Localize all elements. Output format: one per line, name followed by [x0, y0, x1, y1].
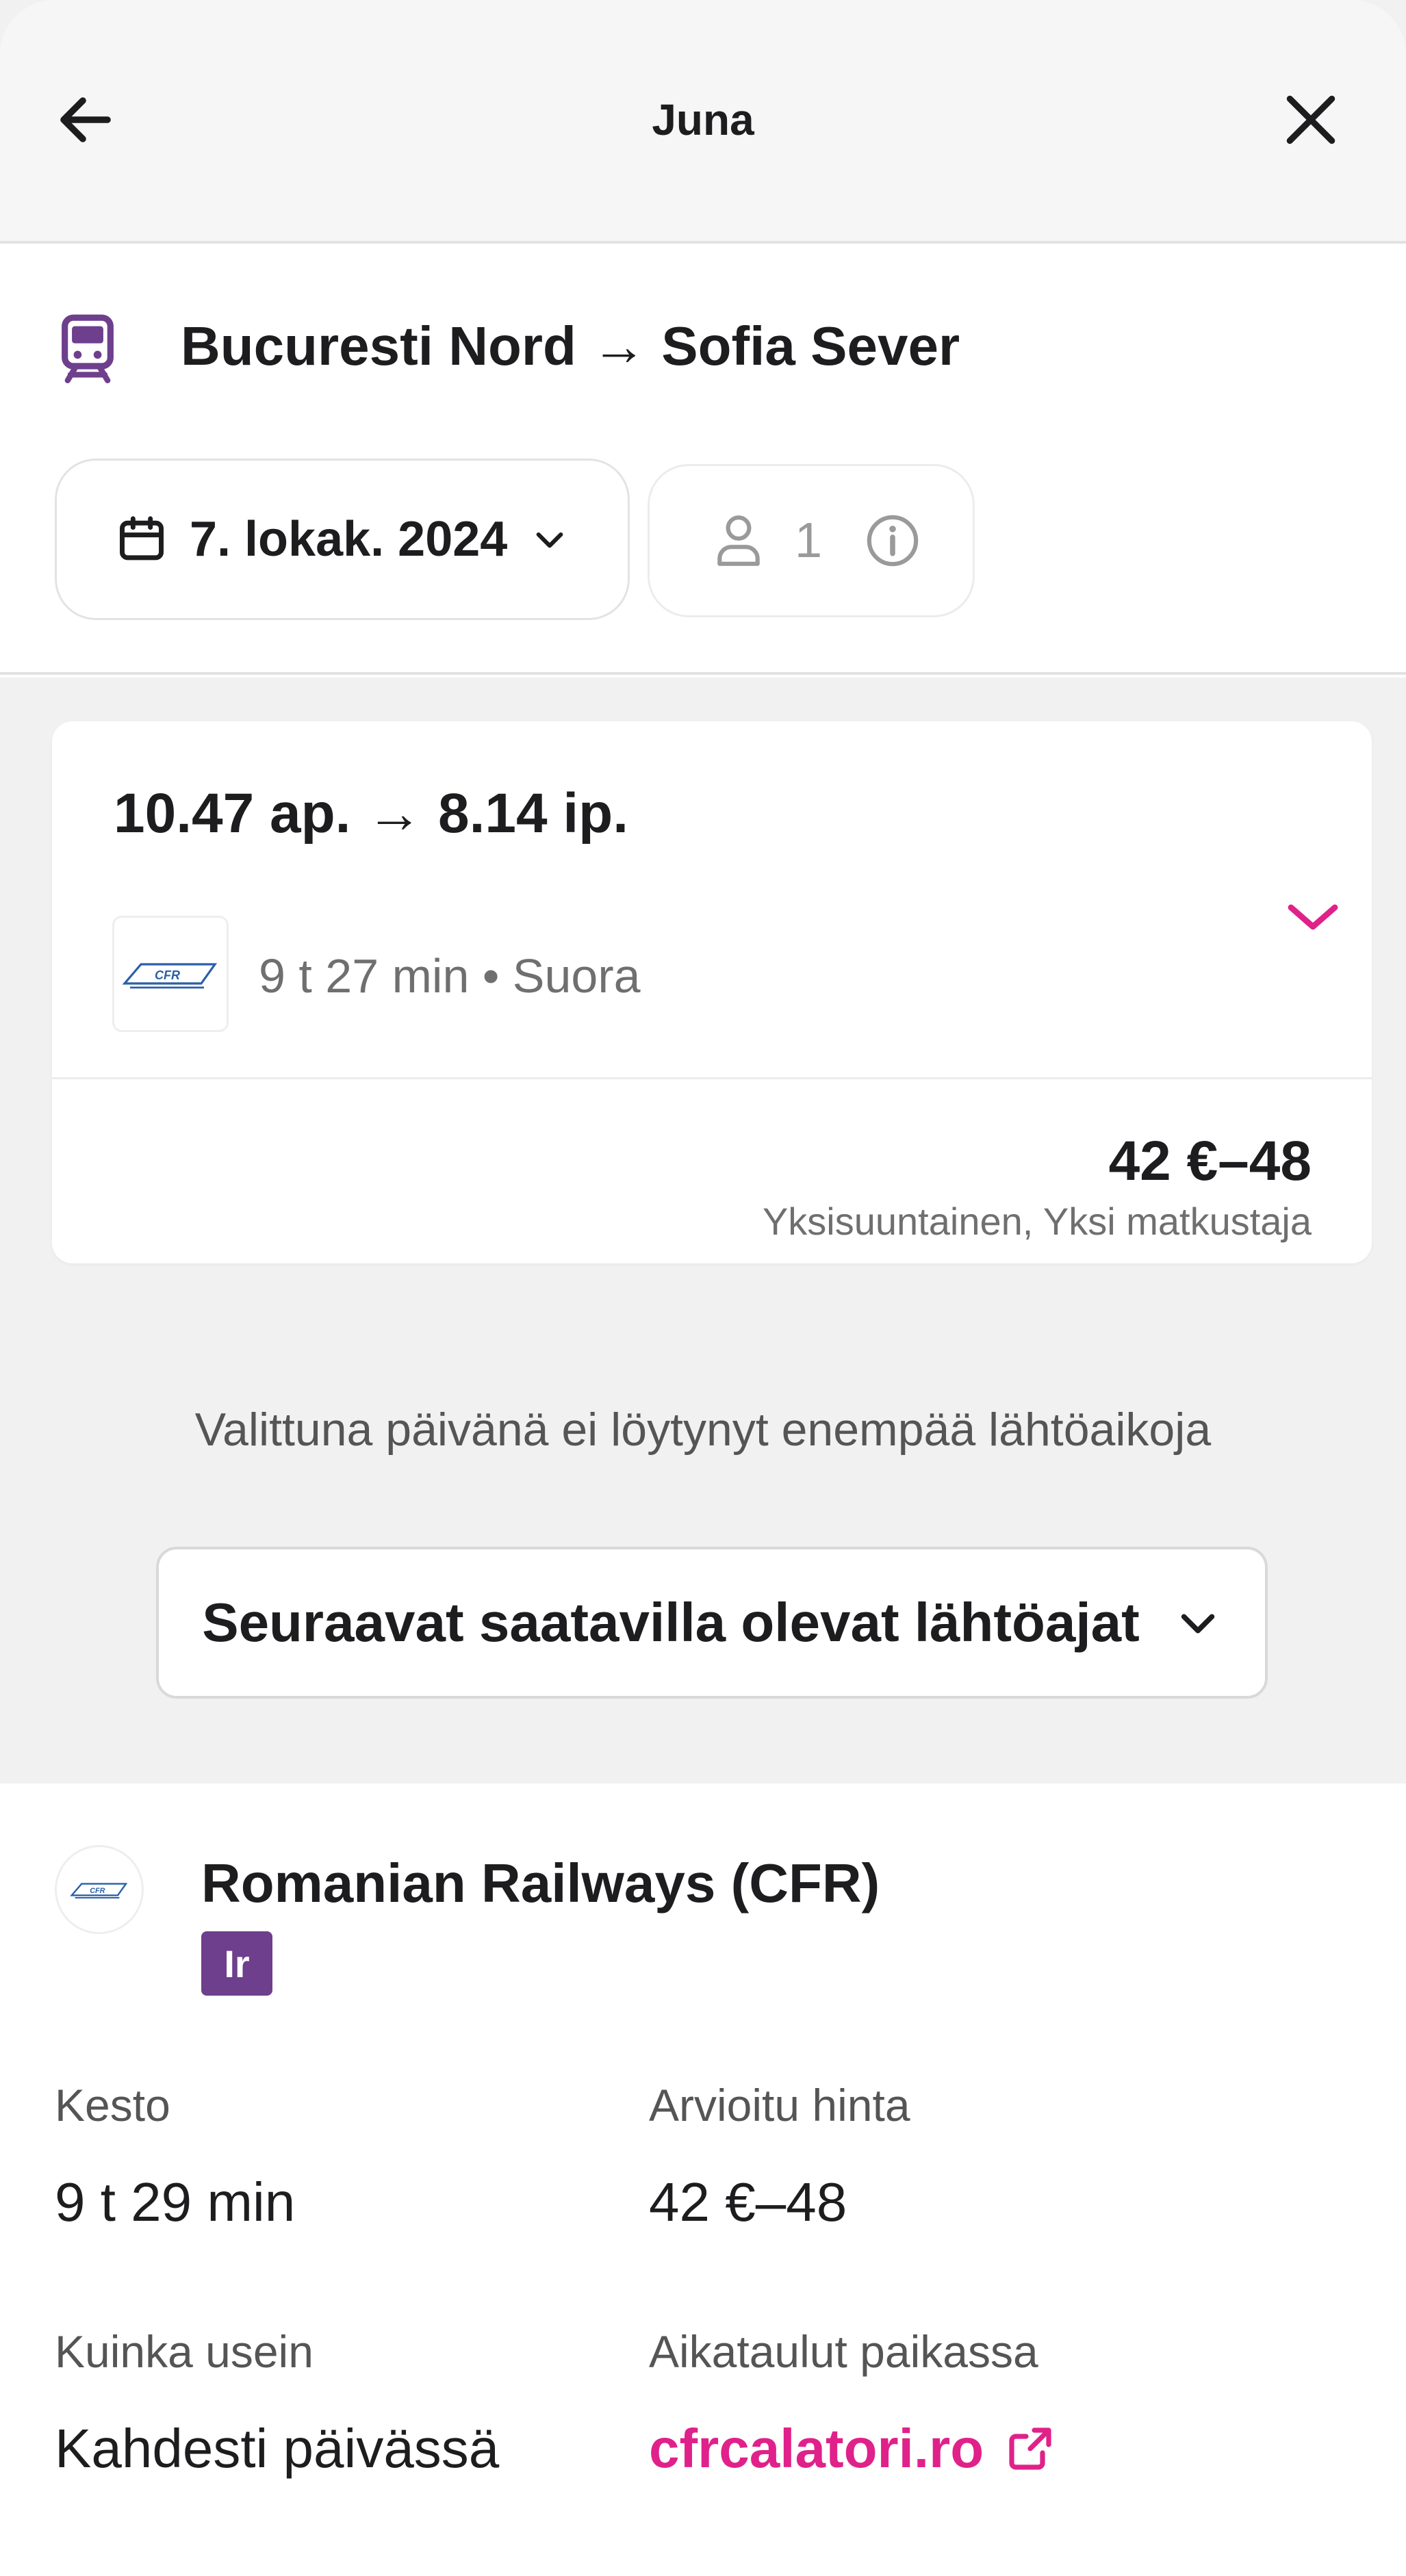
price-label: Arvioitu hinta: [649, 2080, 910, 2130]
duration-label: Kesto: [55, 2080, 170, 2130]
journey-times: 10.47 ap. → 8.14 ip.: [114, 782, 629, 845]
chevron-down-icon: [536, 532, 563, 548]
no-more-departures-text: Valittuna päivänä ei löytynyt enempää lä…: [194, 1404, 1212, 1456]
operator-name: Romanian Railways (CFR): [201, 1853, 880, 1914]
train-details-sheet: Juna Bucuresti Nord → Sofia Sever 7. lok…: [0, 0, 1406, 2576]
results-section: 10.47 ap. → 8.14 ip. CFR 9 t 27 min • Su…: [0, 678, 1406, 1783]
passenger-count: 1: [795, 513, 823, 568]
duration-value: 9 t 29 min: [55, 2172, 296, 2232]
next-departures-button[interactable]: Seuraavat saatavilla olevat lähtöajat: [156, 1547, 1268, 1699]
svg-text:CFR: CFR: [90, 1887, 105, 1895]
journey-meta: 9 t 27 min • Suora: [259, 949, 641, 1003]
passenger-selector: 1: [648, 464, 975, 617]
frequency-value: Kahdesti päivässä: [55, 2418, 500, 2479]
expand-button[interactable]: [1272, 875, 1354, 957]
operator-details: CFR Romanian Railways (CFR) Ir Kesto 9 t…: [0, 1783, 1406, 2576]
calendar-icon: [120, 516, 164, 561]
close-icon: [1286, 95, 1335, 144]
journey-card[interactable]: 10.47 ap. → 8.14 ip. CFR 9 t 27 min • Su…: [52, 721, 1372, 1263]
chevron-down-icon: [1181, 1614, 1214, 1634]
header: Juna: [0, 0, 1406, 244]
close-button[interactable]: [1273, 82, 1349, 157]
chevron-down-icon: [1288, 904, 1338, 930]
svg-text:CFR: CFR: [155, 968, 180, 982]
price: 42 €–48: [1108, 1130, 1312, 1192]
operator-logo: CFR: [112, 916, 229, 1032]
schedules-link-text: cfrcalatori.ro: [649, 2418, 984, 2479]
schedules-link[interactable]: cfrcalatori.ro: [649, 2417, 1055, 2480]
date-value: 7. lokak. 2024: [190, 512, 508, 567]
next-departures-label: Seuraavat saatavilla olevat lähtöajat: [202, 1592, 1140, 1653]
operator-logo: CFR: [55, 1845, 144, 1934]
price-note: Yksisuuntainen, Yksi matkustaja: [762, 1200, 1312, 1243]
schedules-label: Aikataulut paikassa: [649, 2326, 1038, 2377]
train-type-badge: Ir: [201, 1931, 272, 1996]
card-divider: [52, 1077, 1372, 1079]
cfr-logo-icon: CFR: [70, 1883, 128, 1898]
route-section: Bucuresti Nord → Sofia Sever 7. lokak. 2…: [0, 246, 1406, 675]
price-value: 42 €–48: [649, 2172, 847, 2232]
person-icon: [717, 515, 760, 566]
page-title: Juna: [652, 95, 754, 144]
info-icon[interactable]: [865, 513, 921, 569]
external-link-icon: [1009, 2427, 1051, 2470]
date-picker[interactable]: 7. lokak. 2024: [55, 459, 630, 620]
frequency-label: Kuinka usein: [55, 2326, 314, 2377]
cfr-logo-icon: CFR: [122, 963, 218, 989]
route-title: Bucuresti Nord → Sofia Sever: [181, 315, 960, 376]
train-icon: [62, 314, 114, 383]
